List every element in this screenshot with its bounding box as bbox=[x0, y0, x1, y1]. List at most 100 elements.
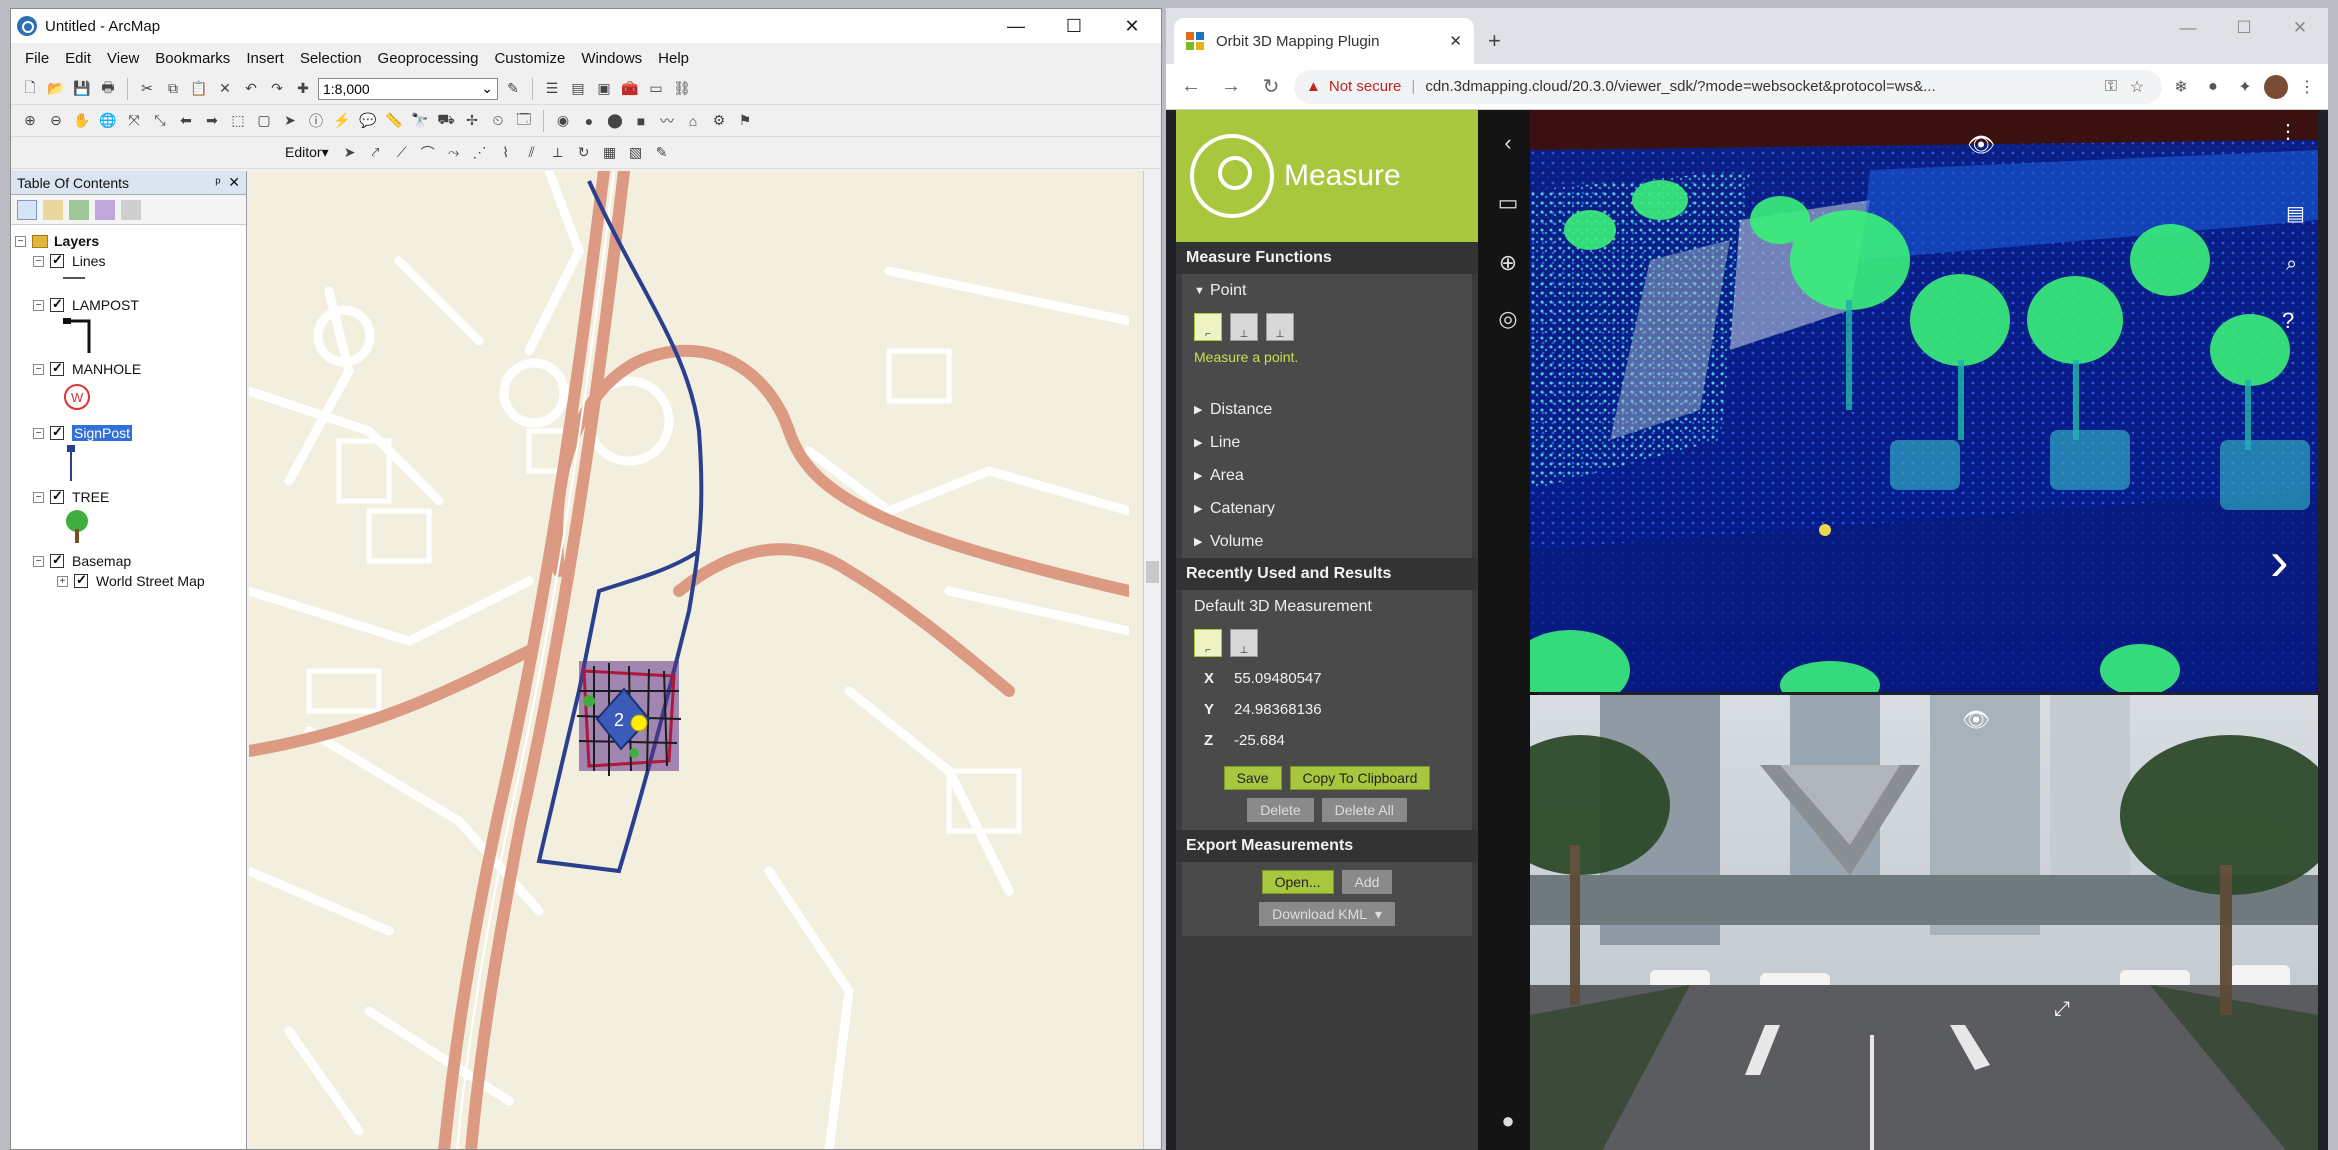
layer-basemap[interactable]: − Basemap bbox=[33, 551, 242, 571]
help-icon[interactable]: ? bbox=[2282, 308, 2294, 333]
menu-help[interactable]: Help bbox=[650, 50, 697, 67]
collapse-panel-icon[interactable]: ‹ bbox=[1495, 130, 1521, 156]
add-data-icon[interactable]: ✚ bbox=[292, 78, 314, 100]
forward-arrow-icon[interactable]: → bbox=[1214, 75, 1248, 98]
layers-icon[interactable]: ▤ bbox=[2286, 203, 2305, 225]
plugin-gear-icon[interactable]: ⚙ bbox=[708, 110, 730, 132]
attributes-icon[interactable]: ▦ bbox=[599, 142, 621, 164]
edit-vertices-icon[interactable]: ⋰ bbox=[469, 142, 491, 164]
function-volume[interactable]: ▶ Volume bbox=[1182, 525, 1472, 558]
menu-insert[interactable]: Insert bbox=[238, 50, 292, 67]
redo-icon[interactable]: ↷ bbox=[266, 78, 288, 100]
create-features-icon[interactable]: ✎ bbox=[651, 142, 673, 164]
collapse-icon[interactable]: − bbox=[33, 255, 44, 267]
pan-icon[interactable]: ✋ bbox=[71, 110, 93, 132]
plugin-flag-icon[interactable]: ⚑ bbox=[734, 110, 756, 132]
full-extent-icon[interactable]: 🌐 bbox=[97, 110, 119, 132]
model-builder-icon[interactable]: ⛓ bbox=[671, 78, 693, 100]
expand-icon[interactable]: + bbox=[57, 575, 68, 587]
open-button[interactable]: Open... bbox=[1261, 870, 1334, 894]
extension-drop-icon[interactable]: ● bbox=[2200, 78, 2226, 96]
point-ground-mode-icon[interactable]: ⊥ bbox=[1230, 313, 1258, 341]
function-area[interactable]: ▶ Area bbox=[1182, 459, 1472, 492]
layer-tree-features[interactable]: − TREE bbox=[33, 487, 242, 507]
plugin-line-icon[interactable]: 〰 bbox=[656, 110, 678, 132]
more-options-icon[interactable]: ⋮ bbox=[2278, 121, 2298, 143]
forward-extent-icon[interactable]: ➡ bbox=[201, 110, 223, 132]
layer-visibility-checkbox[interactable] bbox=[50, 424, 64, 440]
list-by-drawing-order-icon[interactable] bbox=[17, 199, 37, 220]
cut-polygon-icon[interactable]: ⫽ bbox=[521, 142, 543, 164]
collapse-icon[interactable]: − bbox=[33, 555, 44, 567]
eye-icon[interactable]: 👁 bbox=[1967, 132, 1995, 157]
browser-minimize-button[interactable]: — bbox=[2160, 8, 2216, 48]
expand-icon[interactable]: ⤢ bbox=[2054, 998, 2070, 1020]
rotate-icon[interactable]: ↻ bbox=[573, 142, 595, 164]
fixed-zoom-out-icon[interactable]: ⤡ bbox=[149, 110, 171, 132]
toggle-panel-icon[interactable]: ▭ bbox=[1495, 190, 1521, 216]
new-document-icon[interactable]: 🗋 bbox=[19, 78, 41, 100]
street-photo-view[interactable]: 👁 ⤢ bbox=[1530, 695, 2318, 1150]
copy-to-clipboard-button[interactable]: Copy To Clipboard bbox=[1289, 766, 1431, 790]
find-icon[interactable]: 🔭 bbox=[409, 110, 431, 132]
layer-world-street-map[interactable]: + World Street Map bbox=[57, 571, 242, 591]
close-button[interactable]: ✕ bbox=[1103, 9, 1161, 43]
zoom-in-icon[interactable]: ⊕ bbox=[19, 110, 41, 132]
point-height-mode-icon[interactable]: ⊥ bbox=[1266, 313, 1294, 341]
browser-menu-icon[interactable]: ⋮ bbox=[2294, 77, 2320, 97]
table-of-contents-icon[interactable]: ☰ bbox=[541, 78, 563, 100]
plugin-home-icon[interactable]: ⌂ bbox=[682, 110, 704, 132]
split-icon[interactable]: ⟂ bbox=[547, 142, 569, 164]
menu-geoprocessing[interactable]: Geoprocessing bbox=[370, 50, 487, 67]
layer-signpost[interactable]: − SignPost bbox=[33, 423, 242, 443]
find-route-icon[interactable]: ⛟ bbox=[435, 110, 457, 132]
add-button[interactable]: Add bbox=[1341, 870, 1393, 894]
delete-icon[interactable]: ✕ bbox=[214, 78, 236, 100]
tab-close-icon[interactable]: ✕ bbox=[1449, 32, 1462, 50]
sketch-properties-icon[interactable]: ▧ bbox=[625, 142, 647, 164]
point-free-mode-icon[interactable]: ⌐ bbox=[1194, 313, 1222, 341]
copy-icon[interactable]: ⧉ bbox=[162, 78, 184, 100]
editor-toolbar-icon[interactable]: ✎ bbox=[502, 78, 524, 100]
paste-icon[interactable]: 📋 bbox=[188, 78, 210, 100]
plugin-dot-icon[interactable]: ● bbox=[578, 110, 600, 132]
straight-segment-icon[interactable]: ⟋ bbox=[391, 142, 413, 164]
menu-edit[interactable]: Edit bbox=[57, 50, 99, 67]
menu-customize[interactable]: Customize bbox=[486, 50, 573, 67]
key-icon[interactable]: ⚿ bbox=[2098, 78, 2124, 96]
hyperlink-icon[interactable]: ⚡ bbox=[331, 110, 353, 132]
collapse-icon[interactable]: − bbox=[33, 427, 44, 439]
delete-button[interactable]: Delete bbox=[1247, 798, 1314, 822]
function-line[interactable]: ▶ Line bbox=[1182, 426, 1472, 459]
measured-point-marker[interactable] bbox=[1819, 524, 1831, 536]
result-ground-mode-icon[interactable]: ⊥ bbox=[1230, 629, 1258, 657]
collapse-icon[interactable]: − bbox=[15, 235, 26, 247]
layer-manhole[interactable]: − MANHOLE bbox=[33, 359, 242, 379]
pointcloud-view[interactable]: 👁 ⋮ ▤ ⌕ ? › bbox=[1530, 110, 2318, 692]
collapse-icon[interactable]: − bbox=[33, 363, 44, 375]
list-by-selection-icon[interactable] bbox=[95, 199, 115, 220]
python-window-icon[interactable]: ▭ bbox=[645, 78, 667, 100]
maximize-button[interactable]: ☐ bbox=[1045, 9, 1103, 43]
edit-tool-icon[interactable]: ➤ bbox=[339, 142, 361, 164]
select-elements-icon[interactable]: ➤ bbox=[279, 110, 301, 132]
extension-snowflake-icon[interactable]: ❄ bbox=[2168, 77, 2194, 97]
edit-annotation-icon[interactable]: ⤤ bbox=[365, 142, 387, 164]
eye-icon[interactable]: 👁 bbox=[1962, 707, 1990, 732]
plugin-square-icon[interactable]: ■ bbox=[630, 110, 652, 132]
result-free-mode-icon[interactable]: ⌐ bbox=[1194, 629, 1222, 657]
menu-view[interactable]: View bbox=[99, 50, 147, 67]
function-distance[interactable]: ▶ Distance bbox=[1182, 393, 1472, 426]
scrollbar-thumb[interactable] bbox=[1146, 561, 1159, 583]
delete-all-button[interactable]: Delete All bbox=[1321, 798, 1407, 822]
time-slider-icon[interactable]: ⏲ bbox=[487, 110, 509, 132]
layer-visibility-checkbox[interactable] bbox=[50, 552, 64, 568]
save-button[interactable]: Save bbox=[1223, 766, 1282, 790]
collapse-icon[interactable]: − bbox=[33, 491, 44, 503]
search-icon[interactable]: ⌕ bbox=[2286, 253, 2297, 275]
print-icon[interactable]: 🖶 bbox=[97, 78, 119, 100]
collapse-icon[interactable]: − bbox=[33, 299, 44, 311]
browser-maximize-button[interactable]: ☐ bbox=[2216, 8, 2272, 48]
arctoolbox-icon[interactable]: 🧰 bbox=[619, 78, 641, 100]
add-icon[interactable]: ⊕ bbox=[1495, 250, 1521, 276]
